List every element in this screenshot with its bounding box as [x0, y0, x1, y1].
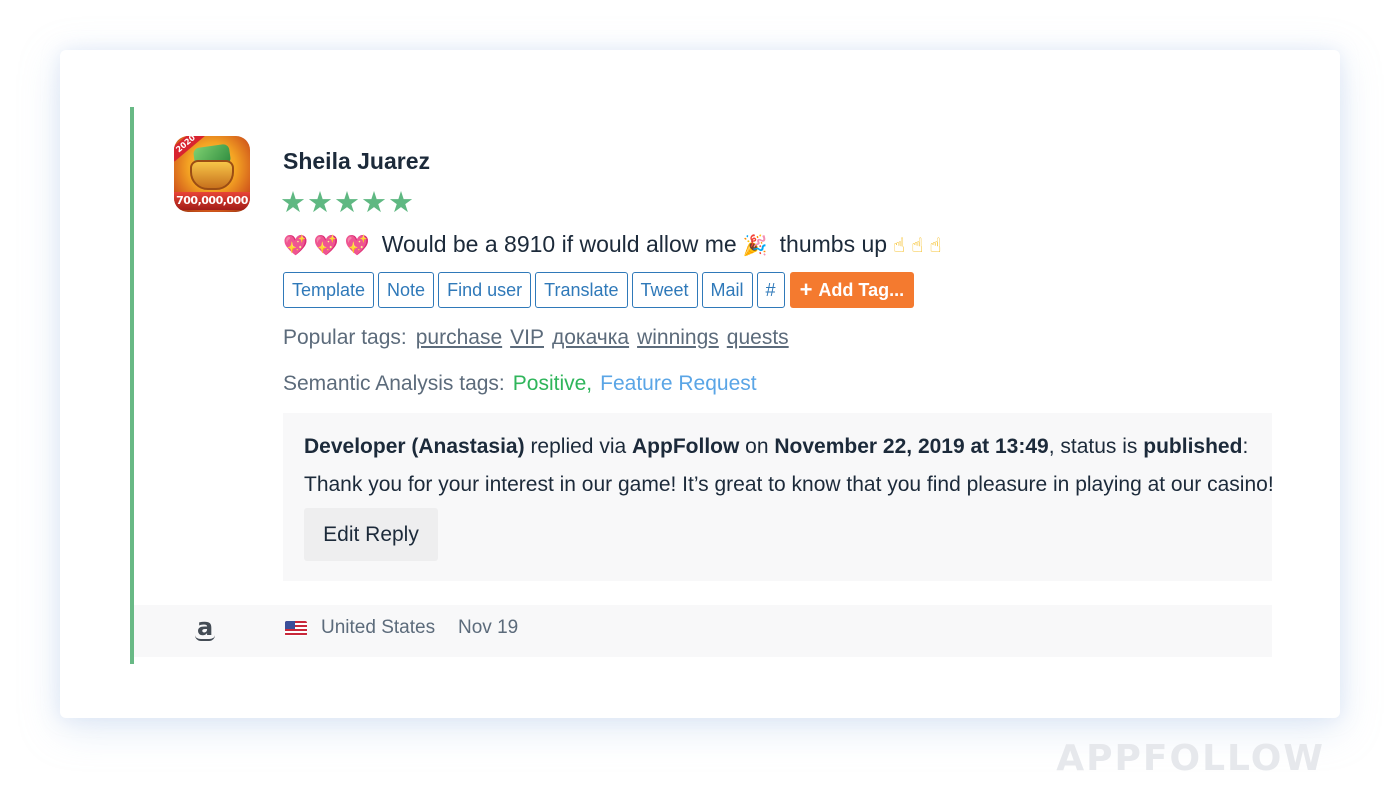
amazon-smile-icon — [195, 635, 215, 641]
review-date: Nov 19 — [458, 617, 519, 638]
popular-tag-link[interactable]: winnings — [637, 326, 719, 350]
review-footer: a United States Nov 19 — [134, 605, 1272, 657]
pot-graphic — [190, 160, 234, 190]
popular-tags: Popular tags: purchase VIP докачка winni… — [283, 326, 789, 350]
reply-via-text: replied via — [530, 435, 627, 458]
appfollow-watermark: APPFOLLOW — [1056, 738, 1325, 779]
pointing-up-icon: ☝ — [911, 232, 924, 257]
mail-button[interactable]: Mail — [701, 272, 753, 308]
pointing-up-icon: ☝ — [893, 232, 906, 257]
hashtag-button[interactable]: # — [756, 272, 785, 308]
edit-reply-button[interactable]: Edit Reply — [304, 508, 438, 561]
flag-canton — [285, 621, 295, 629]
star-icon: ★ — [280, 187, 306, 219]
reply-body: Thank you for your interest in our game!… — [304, 473, 1274, 496]
star-icon: ★ — [388, 187, 414, 219]
add-tag-button[interactable]: + Add Tag... — [789, 272, 915, 308]
semantic-tags-label: Semantic Analysis tags: — [283, 372, 505, 395]
popular-tags-label: Popular tags: — [283, 326, 407, 349]
review-card: 2020 700,000,000 Sheila Juarez ★ ★ ★ ★ ★… — [60, 50, 1340, 718]
sparkling-heart-icon: 💖 — [313, 232, 339, 257]
star-icon: ★ — [361, 187, 387, 219]
us-flag-icon — [285, 621, 307, 636]
action-toolbar: Template Note Find user Translate Tweet … — [283, 272, 915, 308]
app-icon[interactable]: 2020 700,000,000 — [174, 136, 250, 212]
reply-platform: AppFollow — [632, 435, 740, 458]
sparkling-heart-icon: 💖 — [344, 232, 370, 257]
reply-colon: : — [1242, 435, 1249, 458]
review-author: Sheila Juarez — [283, 148, 431, 174]
semantic-tag-feature-request: Feature Request — [600, 372, 757, 395]
tweet-button[interactable]: Tweet — [631, 272, 698, 308]
review-item: 2020 700,000,000 Sheila Juarez ★ ★ ★ ★ ★… — [130, 107, 1274, 664]
stage: 2020 700,000,000 Sheila Juarez ★ ★ ★ ★ ★… — [0, 0, 1400, 789]
reply-status-text: , status is — [1048, 435, 1138, 458]
find-user-button[interactable]: Find user — [438, 272, 532, 308]
note-button[interactable]: Note — [378, 272, 435, 308]
star-rating: ★ ★ ★ ★ ★ — [280, 187, 414, 219]
developer-reply: Developer (Anastasia) replied via AppFol… — [283, 413, 1274, 581]
plus-icon: + — [799, 277, 813, 302]
star-icon: ★ — [334, 187, 360, 219]
reply-status: published — [1143, 435, 1243, 458]
review-suffix-text: thumbs up — [779, 231, 888, 257]
reply-developer: Developer (Anastasia) — [304, 435, 525, 458]
reply-meta: Developer (Anastasia) replied via AppFol… — [304, 435, 1248, 459]
party-popper-icon: 🎉 — [742, 232, 768, 257]
app-icon-amount: 700,000,000 — [174, 192, 250, 210]
translate-button[interactable]: Translate — [535, 272, 628, 308]
star-icon: ★ — [307, 187, 333, 219]
semantic-tags: Semantic Analysis tags: Positive, Featur… — [283, 372, 757, 396]
sparkling-heart-icon: 💖 — [283, 232, 308, 257]
reply-datetime: November 22, 2019 at 13:49 — [774, 435, 1049, 458]
review-body-text: Would be a 8910 if would allow me — [381, 231, 737, 257]
template-button[interactable]: Template — [283, 272, 375, 308]
review-country: United States — [321, 617, 436, 638]
popular-tag-link[interactable]: докачка — [552, 326, 629, 350]
review-text: 💖 💖 💖 Would be a 8910 if would allow me … — [283, 231, 942, 258]
reply-on-text: on — [745, 435, 769, 458]
popular-tag-link[interactable]: VIP — [510, 326, 544, 350]
semantic-tag-positive: Positive, — [512, 372, 593, 395]
popular-tag-link[interactable]: quests — [727, 326, 789, 350]
add-tag-label: Add Tag... — [818, 280, 905, 300]
popular-tag-link[interactable]: purchase — [416, 326, 502, 350]
pointing-up-icon: ☝ — [929, 232, 942, 257]
